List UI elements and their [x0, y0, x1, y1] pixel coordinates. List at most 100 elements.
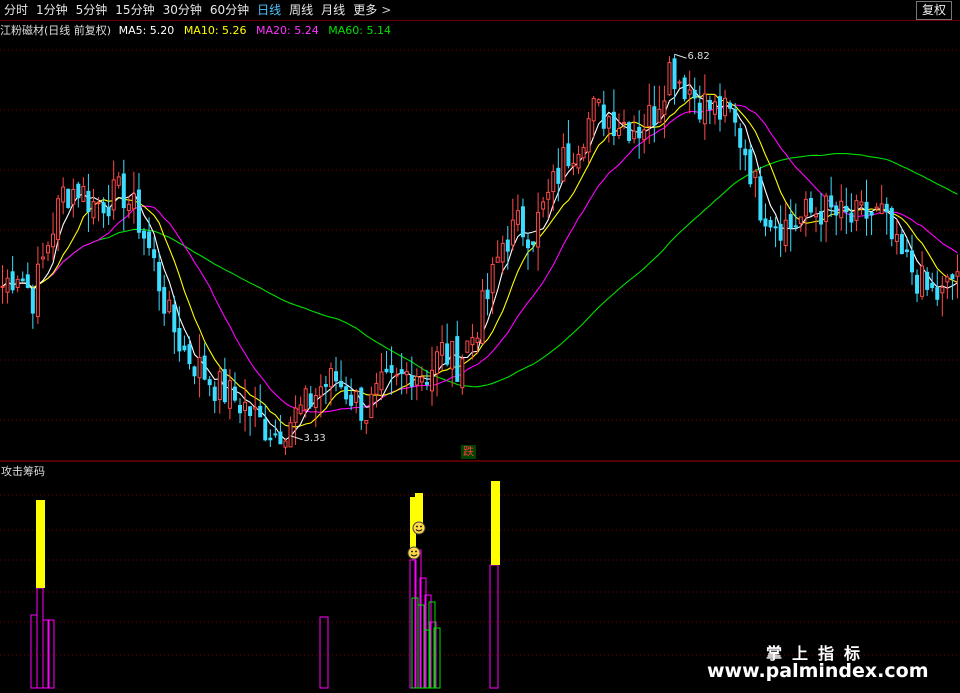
candle-body — [814, 213, 818, 218]
candle-body — [172, 304, 177, 333]
candle-body — [955, 271, 960, 277]
candle — [773, 216, 778, 248]
candle-body — [424, 381, 429, 385]
chip-base-bar — [36, 587, 44, 689]
candle-body — [162, 287, 167, 314]
candle-body — [0, 285, 5, 288]
candle-body — [910, 250, 914, 273]
candle-body — [308, 393, 313, 407]
candle — [470, 323, 475, 360]
candle-body — [647, 104, 652, 128]
candle-body — [500, 242, 505, 263]
candle-body — [207, 379, 212, 386]
candle-body — [147, 231, 152, 249]
candle — [637, 110, 642, 159]
candle — [849, 193, 854, 233]
candle-body — [586, 118, 591, 153]
candle — [667, 56, 672, 97]
candle — [546, 178, 551, 219]
candle — [40, 242, 45, 269]
candle — [232, 372, 237, 403]
smiley-eye — [416, 525, 418, 528]
candle — [935, 270, 940, 306]
candle — [369, 386, 374, 419]
candle-body — [920, 265, 925, 297]
candle — [172, 295, 177, 355]
candle-body — [187, 344, 192, 365]
ma10-line — [2, 93, 958, 428]
candle-body — [596, 99, 601, 104]
candle — [268, 429, 273, 447]
candle-body — [435, 351, 440, 375]
candle — [81, 177, 86, 203]
smiley-icon — [407, 546, 421, 560]
candle — [738, 123, 743, 171]
candle-body — [116, 176, 121, 186]
candle-body — [430, 369, 434, 392]
candle-body — [278, 431, 283, 445]
candle-body — [30, 288, 35, 314]
high-price-label: 6.82 — [687, 51, 710, 63]
candle-body — [455, 336, 460, 382]
candle-body — [849, 212, 854, 223]
candle-body — [222, 369, 227, 403]
candle — [682, 74, 687, 102]
kline-chart[interactable] — [0, 0, 960, 693]
candle-body — [642, 129, 647, 141]
candle-body — [288, 422, 293, 448]
candle-body — [369, 393, 374, 419]
candle — [480, 279, 485, 345]
candle — [86, 173, 91, 233]
candle-body — [283, 440, 288, 448]
watermark-url: www.palmindex.com — [707, 660, 929, 682]
candle — [808, 191, 813, 216]
attack-chip-bar — [491, 481, 500, 565]
candle — [263, 404, 268, 442]
candle-body — [76, 183, 81, 199]
candle-body — [854, 200, 859, 221]
candle — [243, 379, 248, 432]
candle-body — [51, 233, 56, 248]
candle — [571, 152, 576, 176]
candle — [207, 375, 212, 397]
candle-body — [46, 245, 50, 254]
candle — [899, 227, 904, 255]
candle-body — [894, 233, 899, 242]
candle — [505, 226, 510, 270]
candle — [611, 89, 616, 146]
candle-body — [232, 386, 237, 401]
candle — [632, 115, 637, 144]
candle — [490, 257, 495, 314]
candle — [510, 198, 515, 251]
candle-body — [212, 386, 217, 401]
candle — [712, 94, 717, 125]
candle-body — [768, 219, 773, 228]
candle — [824, 192, 829, 243]
candle — [424, 369, 429, 391]
candle — [581, 143, 586, 162]
candle — [606, 114, 611, 143]
candle — [520, 198, 525, 247]
candle-body — [788, 214, 793, 229]
candle — [136, 173, 141, 239]
candle-body — [627, 122, 632, 142]
smiley-face — [412, 521, 426, 535]
candle-body — [334, 371, 338, 382]
candle-body — [510, 219, 515, 246]
attack-chip-bars — [30, 481, 500, 689]
candle — [697, 85, 702, 123]
candle — [354, 389, 359, 414]
candle-body — [258, 405, 263, 418]
candle-body — [111, 179, 116, 211]
candle-body — [723, 97, 728, 117]
candle — [445, 323, 450, 367]
candle-body — [940, 286, 945, 294]
candle-body — [35, 263, 40, 318]
candle-body — [5, 277, 10, 293]
candle — [647, 83, 652, 144]
candle — [162, 274, 167, 326]
candle — [662, 85, 667, 139]
candle — [349, 378, 354, 411]
candle — [414, 368, 419, 401]
candle-body — [177, 327, 182, 352]
